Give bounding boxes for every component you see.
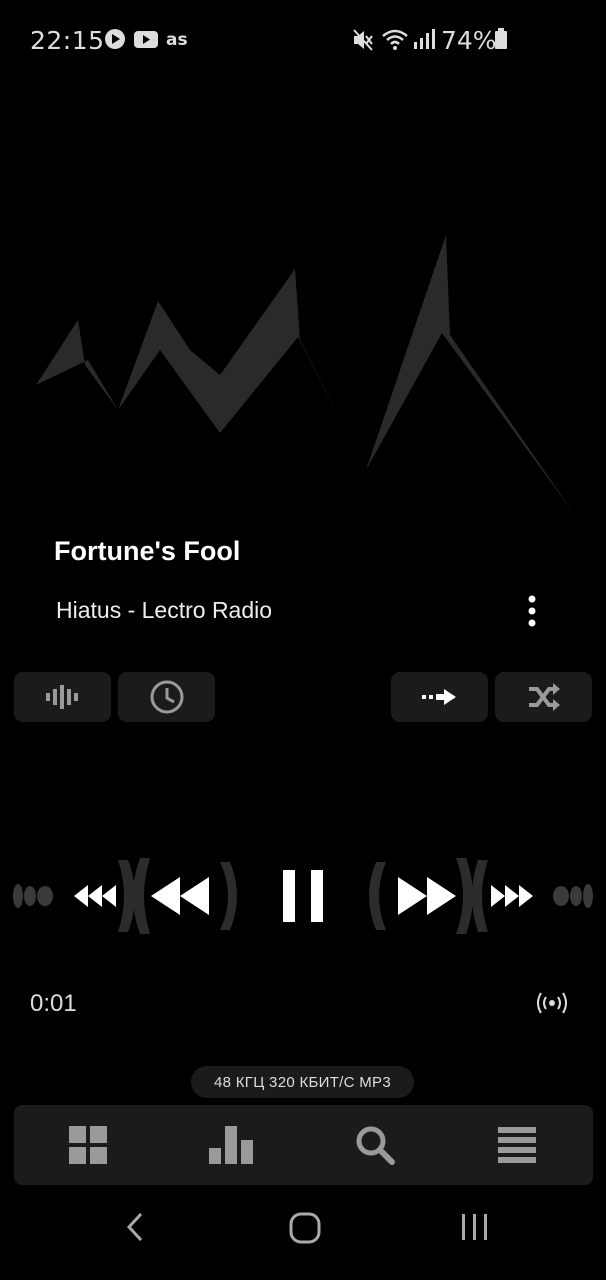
more-options-icon[interactable] (520, 592, 544, 630)
bar-chart-icon (209, 1126, 253, 1164)
repeat-arrow-icon (421, 689, 456, 705)
pause-icon[interactable] (283, 870, 323, 922)
clock-icon (150, 680, 183, 714)
album-art-logo (36, 235, 575, 515)
shuffle-button[interactable] (495, 672, 592, 722)
wifi-icon (382, 29, 408, 50)
stats-button[interactable] (171, 1105, 291, 1185)
status-time: 22:15 (30, 26, 105, 55)
next-icon[interactable] (398, 877, 456, 915)
signal-icon (414, 29, 435, 49)
track-artist-station: Hiatus - Lectro Radio (56, 597, 273, 623)
audio-format-badge: 48 КГЦ 320 КБИТ/С MP3 (191, 1066, 414, 1098)
play-store-icon (105, 29, 125, 49)
shuffle-icon (528, 683, 560, 711)
search-icon (356, 1126, 395, 1165)
home-nav-icon[interactable] (289, 1212, 321, 1244)
youtube-icon (134, 31, 158, 48)
grid-icon (69, 1126, 107, 1164)
repeat-button[interactable] (391, 672, 488, 722)
library-grid-button[interactable] (28, 1105, 148, 1185)
previous-icon[interactable] (151, 877, 209, 915)
queue-list-button[interactable] (457, 1105, 577, 1185)
equalizer-button[interactable] (14, 672, 111, 722)
back-nav-icon[interactable] (125, 1212, 145, 1242)
waveform-icon (45, 685, 78, 709)
recents-nav-icon[interactable] (460, 1212, 490, 1242)
battery-percentage: 74% (441, 26, 497, 55)
battery-icon (495, 28, 507, 49)
search-button[interactable] (315, 1105, 435, 1185)
fast-rewind-icon[interactable] (74, 885, 116, 907)
fast-forward-icon[interactable] (491, 885, 533, 907)
track-title: Fortune's Fool (54, 536, 241, 566)
bottom-navigation (14, 1105, 593, 1185)
mute-icon (353, 29, 373, 51)
lastfm-icon: as (166, 30, 188, 50)
elapsed-time: 0:01 (30, 990, 77, 1017)
sleep-timer-button[interactable] (118, 672, 215, 722)
broadcast-icon[interactable] (536, 990, 568, 1016)
list-icon (498, 1127, 536, 1163)
svg-text:as: as (166, 30, 188, 50)
